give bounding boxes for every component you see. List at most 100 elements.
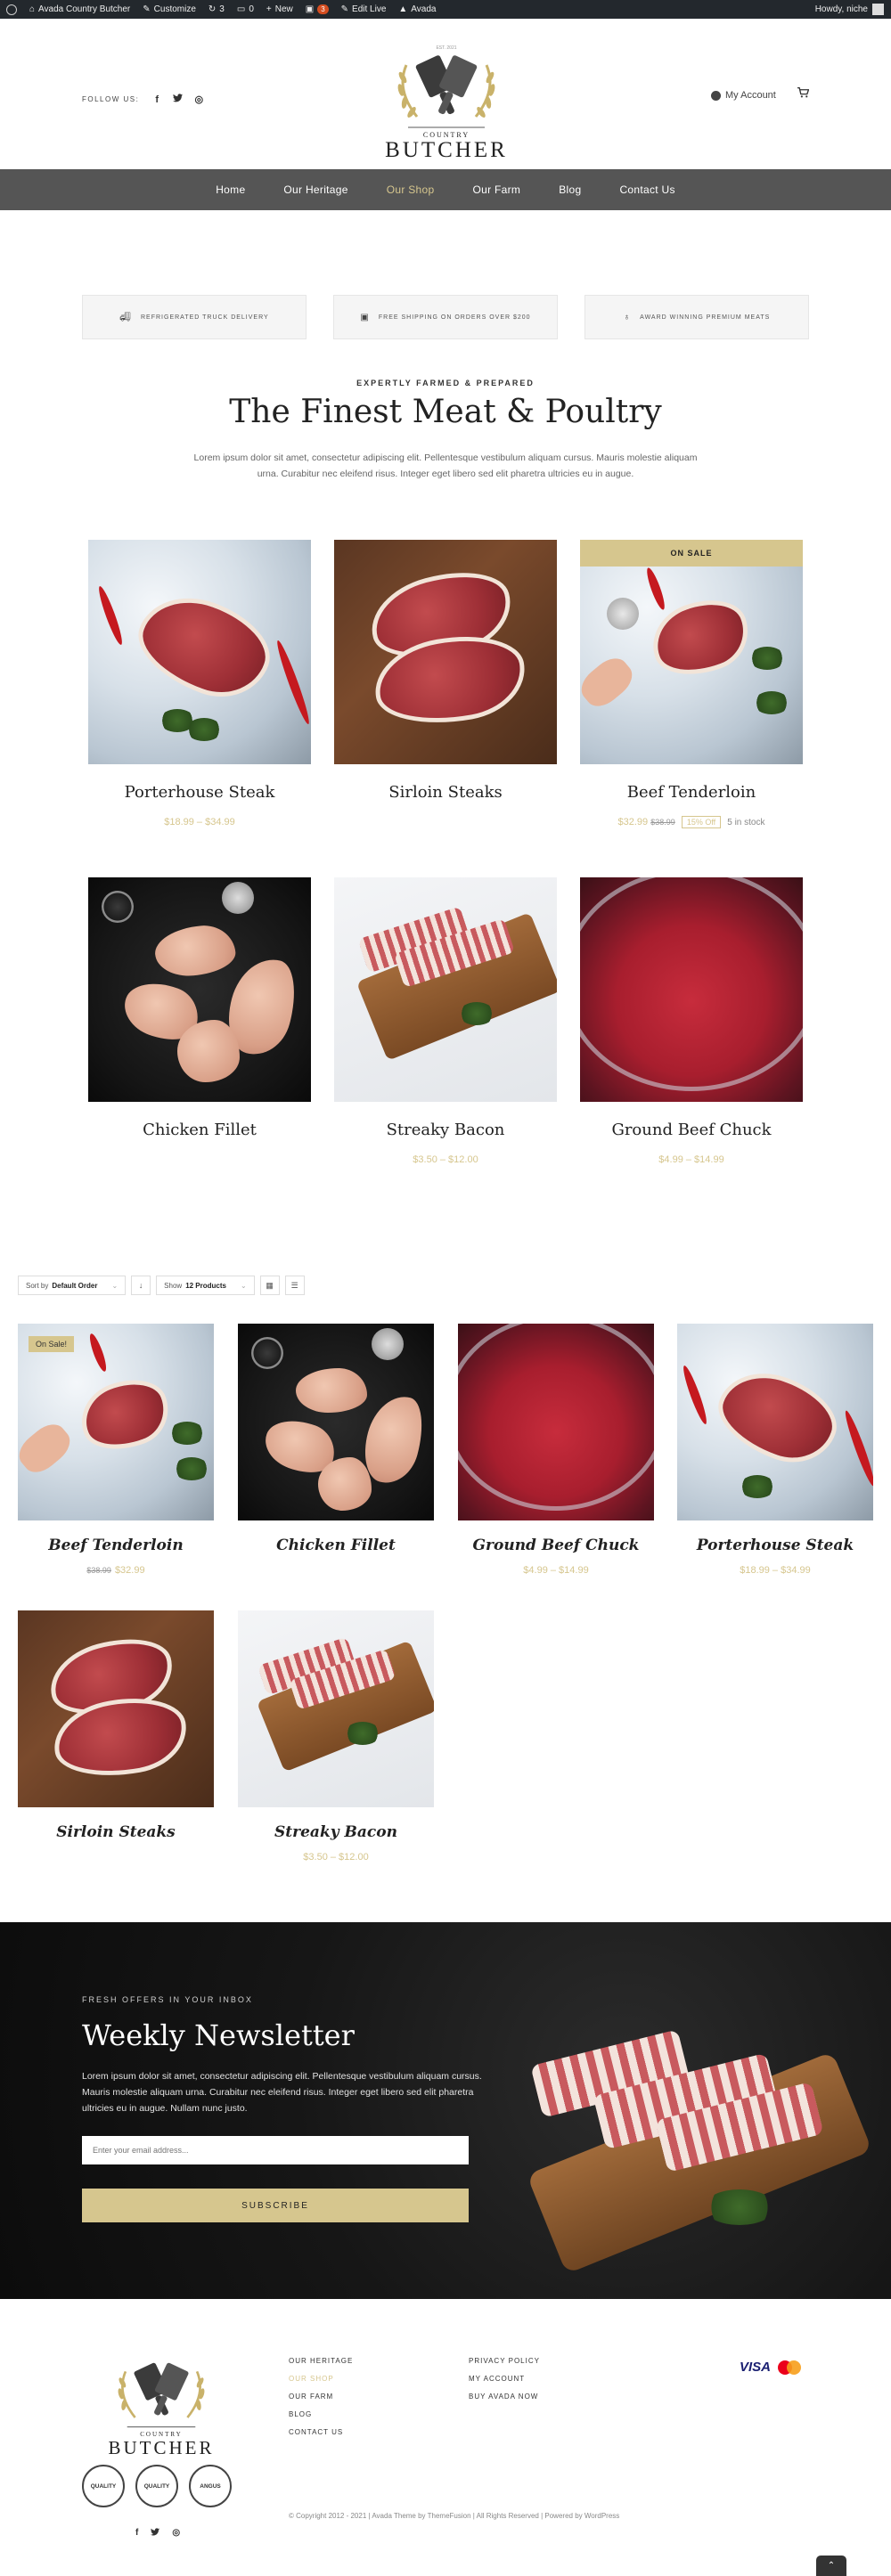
product-name[interactable]: Beef Tenderloin: [18, 1537, 214, 1554]
subscribe-button[interactable]: SUBSCRIBE: [82, 2189, 469, 2222]
instagram-icon[interactable]: ◎: [195, 94, 205, 105]
footer-menu-1: OUR HERITAGE OUR SHOP OUR FARM BLOG CONT…: [289, 2357, 353, 2436]
twitter-icon[interactable]: [151, 2528, 160, 2539]
sort-direction-button[interactable]: ↓: [131, 1276, 151, 1295]
quality-badge: QUALITY: [135, 2465, 178, 2507]
nav-our-shop[interactable]: Our Shop: [387, 183, 435, 196]
footer-socials: f ◎: [135, 2528, 180, 2539]
admin-user-menu[interactable]: Howdy, niche: [815, 4, 891, 15]
footer-logo[interactable]: COUNTRY BUTCHER: [103, 2347, 219, 2458]
product-name[interactable]: Porterhouse Steak: [88, 783, 311, 802]
product-image[interactable]: On Sale!: [18, 1324, 214, 1520]
feature-award: ♁ AWARD WINNING PREMIUM MEATS: [584, 295, 809, 339]
truck-icon: 🚚︎: [119, 312, 132, 322]
facebook-icon[interactable]: f: [135, 2528, 138, 2539]
product-name[interactable]: Sirloin Steaks: [334, 783, 557, 802]
section-title: The Finest Meat & Poultry: [229, 394, 662, 430]
sort-select[interactable]: Sort by Default Order ⌄: [18, 1276, 127, 1295]
admin-avada-badge-link[interactable]: ▣ 3: [299, 0, 335, 19]
product-card-streaky-bacon[interactable]: Streaky Bacon $3.50 – $12.00: [334, 877, 557, 1165]
product-image[interactable]: [238, 1610, 434, 1807]
footer-link-my-account[interactable]: MY ACCOUNT: [469, 2375, 540, 2383]
shop-card-beef-tenderloin[interactable]: On Sale! Beef Tenderloin $38.99 $32.99: [18, 1324, 214, 1576]
admin-site-link[interactable]: ⌂ Avada Country Butcher: [23, 0, 136, 19]
on-sale-badge: On Sale!: [29, 1336, 75, 1352]
footer-link-buy-avada[interactable]: BUY AVADA NOW: [469, 2393, 540, 2401]
product-price: $32.99 $38.99 15% Off 5 in stock: [617, 816, 765, 828]
product-image[interactable]: [334, 877, 557, 1102]
footer-link-our-shop[interactable]: OUR SHOP: [289, 2375, 353, 2383]
cleaver-logo-icon: EST. 2021: [397, 45, 495, 128]
product-image[interactable]: [334, 540, 557, 764]
svg-text:EST. 2021: EST. 2021: [436, 45, 456, 51]
product-image[interactable]: [580, 877, 803, 1102]
section-kicker: EXPERTLY FARMED & PREPARED: [356, 379, 535, 387]
my-account-link[interactable]: My Account: [711, 90, 776, 101]
admin-avada-link[interactable]: ▲ Avada: [392, 0, 442, 19]
newsletter-section: FRESH OFFERS IN YOUR INBOX Weekly Newsle…: [0, 1922, 891, 2299]
footer-link-our-heritage[interactable]: OUR HERITAGE: [289, 2357, 353, 2365]
footer-link-our-farm[interactable]: OUR FARM: [289, 2393, 353, 2401]
cart-icon[interactable]: [797, 86, 810, 101]
product-name[interactable]: Chicken Fillet: [88, 1121, 311, 1139]
product-name[interactable]: Streaky Bacon: [238, 1823, 434, 1841]
site-logo[interactable]: EST. 2021 COUNTRY BUTCHER: [381, 38, 511, 162]
product-card-chicken-fillet[interactable]: Chicken Fillet: [88, 877, 311, 1154]
product-card-beef-tenderloin[interactable]: ON SALE Beef Tenderloin $32.99 $38.99 15…: [580, 540, 803, 828]
product-image[interactable]: [238, 1324, 434, 1520]
footer-link-blog[interactable]: BLOG: [289, 2410, 353, 2418]
shop-card-sirloin[interactable]: Sirloin Steaks: [18, 1610, 214, 1852]
email-field[interactable]: [82, 2136, 469, 2164]
product-image[interactable]: [458, 1324, 654, 1520]
admin-new-link[interactable]: + New: [260, 0, 299, 19]
logo-line2: BUTCHER: [385, 138, 508, 162]
product-image[interactable]: [88, 540, 311, 764]
shop-toolbar: Sort by Default Order ⌄ ↓ Show 12 Products…: [18, 1276, 305, 1295]
nav-our-farm[interactable]: Our Farm: [472, 183, 520, 196]
product-price: $18.99 – $34.99: [740, 1565, 811, 1576]
product-name[interactable]: Beef Tenderloin: [580, 783, 803, 802]
product-price: $18.99 – $34.99: [164, 817, 235, 827]
nav-home[interactable]: Home: [216, 183, 245, 196]
footer-link-contact-us[interactable]: CONTACT US: [289, 2428, 353, 2436]
product-image[interactable]: [18, 1610, 214, 1807]
admin-customize-link[interactable]: ✎ Customize: [136, 0, 202, 19]
copyright: © Copyright 2012 - 2021 | Avada Theme by…: [289, 2512, 620, 2520]
show-count-select[interactable]: Show 12 Products ⌄: [156, 1276, 255, 1295]
list-view-button[interactable]: ☰: [284, 1276, 305, 1295]
admin-comments-link[interactable]: ▭ 0: [231, 0, 260, 19]
cleaver-logo-icon: [118, 2362, 205, 2428]
shop-card-chicken-fillet[interactable]: Chicken Fillet: [238, 1324, 434, 1565]
product-card-porterhouse[interactable]: Porterhouse Steak $18.99 – $34.99: [88, 540, 311, 827]
shop-card-ground-beef[interactable]: Ground Beef Chuck $4.99 – $14.99: [458, 1324, 654, 1576]
product-name[interactable]: Porterhouse Steak: [677, 1537, 873, 1554]
grid-view-button[interactable]: ▦: [259, 1276, 280, 1295]
nav-blog[interactable]: Blog: [559, 183, 581, 196]
instagram-icon[interactable]: ◎: [172, 2528, 180, 2539]
product-image[interactable]: ON SALE: [580, 540, 803, 764]
product-image[interactable]: [88, 877, 311, 1102]
wordpress-logo-icon[interactable]: [0, 0, 23, 19]
twitter-icon[interactable]: [172, 94, 183, 105]
product-name[interactable]: Ground Beef Chuck: [580, 1121, 803, 1139]
shop-card-streaky-bacon[interactable]: Streaky Bacon $3.50 – $12.00: [238, 1610, 434, 1863]
product-card-ground-beef[interactable]: Ground Beef Chuck $4.99 – $14.99: [580, 877, 803, 1165]
product-image[interactable]: [677, 1324, 873, 1520]
product-name[interactable]: Ground Beef Chuck: [458, 1537, 654, 1554]
admin-edit-live-link[interactable]: ✎ Edit Live: [335, 0, 393, 19]
discount-badge: 15% Off: [681, 816, 722, 828]
shop-card-porterhouse[interactable]: Porterhouse Steak $18.99 – $34.99: [677, 1324, 873, 1576]
product-card-sirloin[interactable]: Sirloin Steaks: [334, 540, 557, 817]
nav-contact-us[interactable]: Contact Us: [619, 183, 674, 196]
facebook-icon[interactable]: f: [155, 94, 159, 105]
product-price: $4.99 – $14.99: [658, 1154, 724, 1165]
product-name[interactable]: Sirloin Steaks: [18, 1823, 214, 1841]
old-price: $38.99: [650, 818, 675, 827]
chevron-down-icon: ⌄: [111, 1281, 119, 1290]
product-name[interactable]: Chicken Fillet: [238, 1537, 434, 1554]
product-name[interactable]: Streaky Bacon: [334, 1121, 557, 1139]
admin-updates-link[interactable]: ↻ 3: [202, 0, 231, 19]
footer-link-privacy-policy[interactable]: PRIVACY POLICY: [469, 2357, 540, 2365]
nav-our-heritage[interactable]: Our Heritage: [283, 183, 347, 196]
scroll-to-top-button[interactable]: ⌃: [816, 2556, 846, 2576]
